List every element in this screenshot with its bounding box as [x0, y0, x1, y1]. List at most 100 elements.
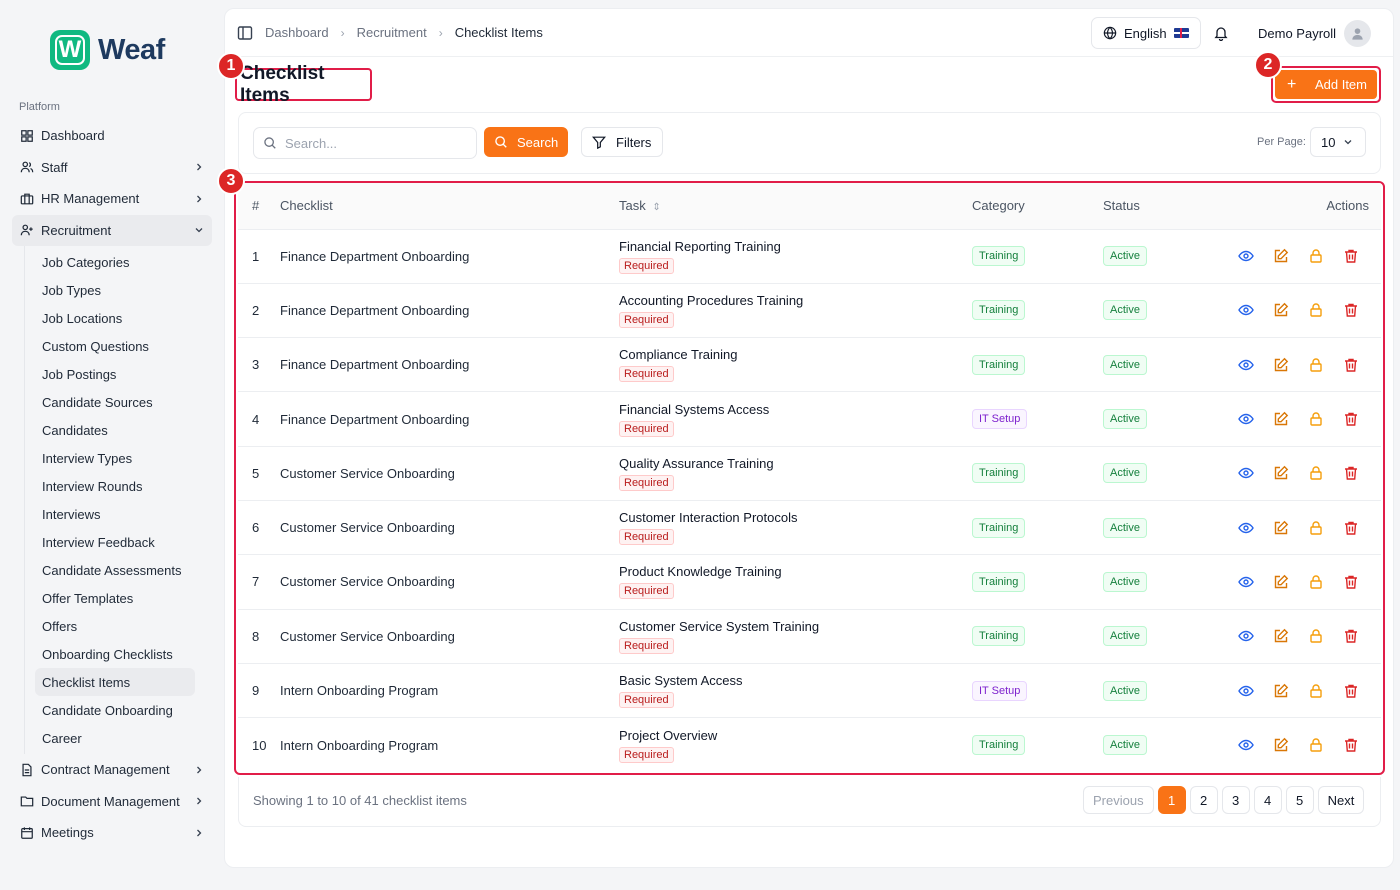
lock-icon[interactable] [1308, 628, 1324, 644]
page-button-5[interactable]: 5 [1285, 786, 1314, 814]
row-actions [1203, 337, 1381, 393]
sidebar-subitem-interview-types[interactable]: Interview Types [35, 444, 195, 472]
view-icon[interactable] [1238, 574, 1254, 590]
trash-icon[interactable] [1343, 683, 1359, 699]
status-badge: Active [1103, 517, 1147, 538]
lock-icon[interactable] [1308, 411, 1324, 427]
view-icon[interactable] [1238, 411, 1254, 427]
lock-icon[interactable] [1308, 574, 1324, 590]
lock-icon[interactable] [1308, 520, 1324, 536]
trash-icon[interactable] [1343, 357, 1359, 373]
view-icon[interactable] [1238, 302, 1254, 318]
sidebar-subitem-job-types[interactable]: Job Types [35, 276, 195, 304]
edit-icon[interactable] [1273, 737, 1289, 753]
row-category-cell: Training [972, 554, 1103, 610]
sidebar-subitem-interview-feedback[interactable]: Interview Feedback [35, 528, 195, 556]
user-menu[interactable]: Demo Payroll [1258, 17, 1372, 49]
breadcrumb-recruitment[interactable]: Recruitment [357, 25, 427, 40]
lock-icon[interactable] [1308, 248, 1324, 264]
sidebar-subitem-custom-questions[interactable]: Custom Questions [35, 332, 195, 360]
trash-icon[interactable] [1343, 248, 1359, 264]
sidebar-subitem-job-postings[interactable]: Job Postings [35, 360, 195, 388]
view-icon[interactable] [1238, 737, 1254, 753]
previous-page-button[interactable]: Previous [1083, 786, 1154, 814]
trash-icon[interactable] [1343, 628, 1359, 644]
edit-icon[interactable] [1273, 357, 1289, 373]
language-selector[interactable]: English [1091, 17, 1201, 49]
edit-icon[interactable] [1273, 520, 1289, 536]
sidebar-subitem-onboarding-checklists[interactable]: Onboarding Checklists [35, 640, 195, 668]
sidebar-subitem-candidates[interactable]: Candidates [35, 416, 195, 444]
edit-icon[interactable] [1273, 411, 1289, 427]
search-field[interactable] [253, 127, 477, 159]
page-button-4[interactable]: 4 [1253, 786, 1282, 814]
view-icon[interactable] [1238, 628, 1254, 644]
sidebar-item-dashboard[interactable]: Dashboard [12, 120, 212, 152]
trash-icon[interactable] [1343, 411, 1359, 427]
sidebar-item-contract-management[interactable]: Contract Management [12, 754, 212, 786]
lock-icon[interactable] [1308, 683, 1324, 699]
sidebar-subitem-offer-templates[interactable]: Offer Templates [35, 584, 195, 612]
trash-icon[interactable] [1343, 737, 1359, 753]
trash-icon[interactable] [1343, 465, 1359, 481]
required-badge: Required [619, 366, 674, 383]
search-input[interactable] [285, 135, 465, 151]
sidebar-subitem-job-locations[interactable]: Job Locations [35, 304, 195, 332]
edit-icon[interactable] [1273, 628, 1289, 644]
sidebar-subitem-checklist-items[interactable]: Checklist Items [35, 668, 195, 696]
filters-button[interactable]: Filters [581, 127, 663, 157]
view-icon[interactable] [1238, 248, 1254, 264]
trash-icon[interactable] [1343, 520, 1359, 536]
status-badge: Active [1103, 409, 1147, 430]
sidebar-subitem-interview-rounds[interactable]: Interview Rounds [35, 472, 195, 500]
sidebar-subitem-offers[interactable]: Offers [35, 612, 195, 640]
sidebar-subitem-interviews[interactable]: Interviews [35, 500, 195, 528]
edit-icon[interactable] [1273, 465, 1289, 481]
trash-icon[interactable] [1343, 574, 1359, 590]
chevron-right-icon [194, 796, 204, 806]
sidebar-item-recruitment[interactable]: Recruitment [12, 214, 212, 246]
column-header-number: # [238, 183, 280, 230]
view-icon[interactable] [1238, 683, 1254, 699]
lock-icon[interactable] [1308, 357, 1324, 373]
sidebar-subitem-candidate-sources[interactable]: Candidate Sources [35, 388, 195, 416]
page-title: Checklist Items [240, 62, 325, 106]
breadcrumb-dashboard[interactable]: Dashboard [265, 25, 329, 40]
view-icon[interactable] [1238, 357, 1254, 373]
sidebar-subitem-job-categories[interactable]: Job Categories [35, 248, 195, 276]
sidebar-subitem-candidate-onboarding[interactable]: Candidate Onboarding [35, 696, 195, 724]
view-icon[interactable] [1238, 520, 1254, 536]
column-header-task[interactable]: Task ⇕ [619, 183, 972, 230]
add-item-button[interactable]: + Add Item [1275, 70, 1377, 99]
page-button-3[interactable]: 3 [1221, 786, 1250, 814]
search-button[interactable]: Search [484, 127, 568, 157]
chevron-right-icon [194, 162, 204, 172]
sidebar-item-hr-management[interactable]: HR Management [12, 183, 212, 215]
edit-icon[interactable] [1273, 302, 1289, 318]
lock-icon[interactable] [1308, 302, 1324, 318]
search-icon [494, 135, 508, 149]
row-checklist: Finance Department Onboarding [280, 391, 619, 447]
sidebar-item-document-management[interactable]: Document Management [12, 786, 212, 818]
category-badge: Training [972, 246, 1026, 267]
edit-icon[interactable] [1273, 683, 1289, 699]
category-badge: Training [972, 463, 1026, 484]
page-button-2[interactable]: 2 [1189, 786, 1218, 814]
view-icon[interactable] [1238, 465, 1254, 481]
next-page-button[interactable]: Next [1317, 786, 1365, 814]
sidebar-subitem-career[interactable]: Career [35, 724, 195, 752]
lock-icon[interactable] [1308, 465, 1324, 481]
page-button-1[interactable]: 1 [1157, 786, 1186, 814]
sidebar-toggle-icon[interactable] [237, 25, 253, 41]
trash-icon[interactable] [1343, 302, 1359, 318]
lock-icon[interactable] [1308, 737, 1324, 753]
edit-icon[interactable] [1273, 574, 1289, 590]
sidebar-subitem-candidate-assessments[interactable]: Candidate Assessments [35, 556, 195, 584]
sidebar-item-meetings[interactable]: Meetings [12, 817, 212, 849]
per-page-select[interactable]: 10 [1310, 127, 1366, 157]
sidebar-item-staff[interactable]: Staff [12, 152, 212, 184]
edit-icon[interactable] [1273, 248, 1289, 264]
row-task-cell: Product Knowledge Training Required [619, 554, 972, 610]
brand-logo[interactable]: W Weaf [50, 30, 165, 70]
bell-icon[interactable] [1213, 25, 1229, 42]
